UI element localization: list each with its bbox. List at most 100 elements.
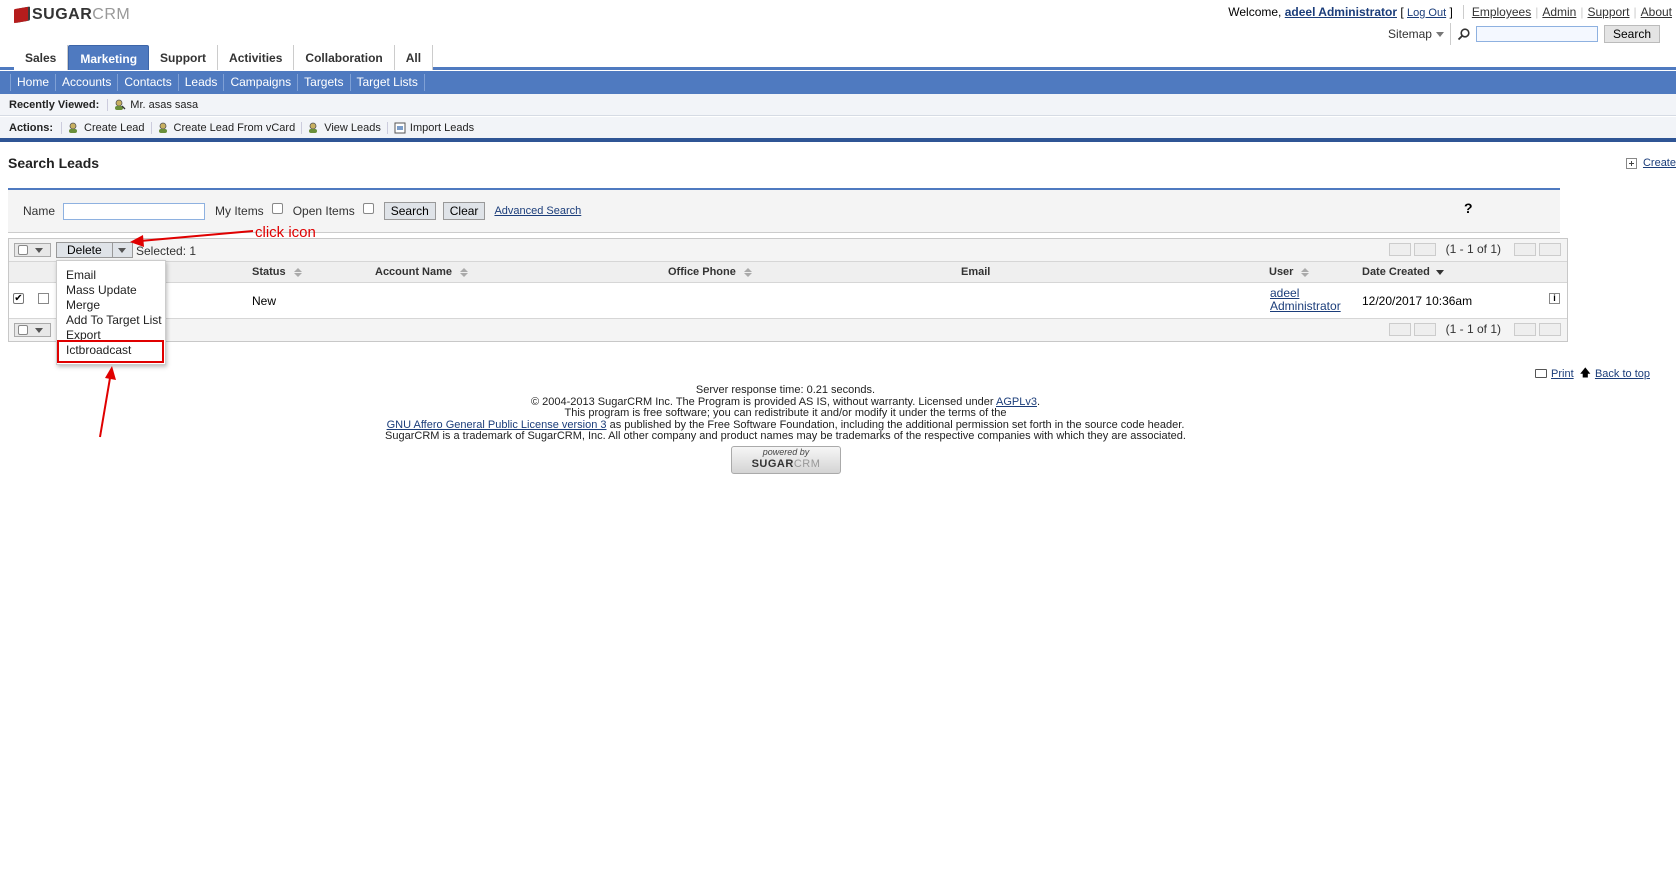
my-items-checkbox[interactable] [271, 202, 283, 214]
advanced-search-link[interactable]: Advanced Search [494, 205, 581, 217]
col-user[interactable]: User [1269, 266, 1310, 278]
table-row: ✔ New adeel Administrator 12/20/2017 10:… [9, 283, 1567, 318]
user-link[interactable]: adeel [1270, 286, 1299, 300]
prev-page-icon[interactable] [1413, 242, 1436, 256]
sitemap-search-row: Sitemap Search [1388, 23, 1660, 45]
tab-marketing[interactable]: Marketing [68, 45, 150, 70]
view-leads-action[interactable]: View Leads [301, 121, 387, 134]
pagination: (1 - 1 of 1) [1386, 242, 1561, 256]
next-page-icon[interactable] [1514, 242, 1536, 256]
sugarcrm-cube-icon [14, 6, 28, 24]
col-account-name[interactable]: Account Name [375, 266, 469, 278]
tab-activities[interactable]: Activities [218, 45, 295, 70]
sort-desc-icon [1435, 269, 1444, 275]
col-office-phone[interactable]: Office Phone [668, 266, 752, 278]
tab-support[interactable]: Support [149, 45, 219, 70]
checkbox-icon [18, 325, 28, 335]
view-leads-icon [309, 122, 318, 133]
select-all-dropdown[interactable] [14, 243, 51, 257]
delete-split-button[interactable]: Delete [56, 242, 133, 258]
help-icon[interactable]: ? [1464, 200, 1473, 216]
chevron-down-icon [1435, 31, 1444, 37]
chevron-down-icon [35, 327, 43, 333]
name-search-input[interactable] [63, 202, 206, 220]
create-link-text[interactable]: Create [1643, 157, 1676, 169]
bulk-actions-dropdown-icon[interactable] [113, 243, 132, 257]
logo-text: SUGARCRM [32, 6, 131, 23]
logout-link[interactable]: Log Out [1407, 7, 1446, 19]
actions-bar: Actions: Create Lead Create Lead From vC… [0, 117, 1676, 142]
search-form: Name My Items Open Items Search Clear Ad… [8, 188, 1560, 233]
delete-button[interactable]: Delete [57, 243, 113, 257]
search-icon[interactable] [1449, 23, 1470, 45]
col-date-created[interactable]: Date Created [1362, 266, 1444, 278]
first-page-icon[interactable] [1388, 242, 1411, 256]
sugarcrm-logo[interactable]: SUGARCRM [14, 6, 130, 24]
subtab-campaigns[interactable]: Campaigns [224, 74, 299, 91]
prev-page-icon[interactable] [1413, 322, 1436, 336]
select-all-dropdown-bottom[interactable] [14, 323, 51, 337]
powered-by-badge[interactable]: powered by SUGARCRM [731, 446, 841, 474]
agpl-link[interactable]: AGPLv3 [996, 396, 1037, 408]
page-title: Search Leads [8, 155, 100, 171]
pager-text: (1 - 1 of 1) [1445, 242, 1501, 256]
table-header: Status Account Name Office Phone Email U… [9, 262, 1567, 283]
about-link[interactable]: About [1641, 5, 1672, 19]
subtab-target-lists[interactable]: Target Lists [351, 74, 425, 91]
col-status[interactable]: Status [252, 266, 302, 278]
recent-item[interactable]: Mr. asas sasa [107, 98, 204, 111]
tab-sales[interactable]: Sales [14, 45, 69, 70]
tab-collaboration[interactable]: Collaboration [294, 45, 395, 70]
subtab-contacts[interactable]: Contacts [118, 74, 179, 91]
first-page-icon[interactable] [1388, 322, 1411, 336]
gnu-license-link[interactable]: GNU Affero General Public License versio… [387, 419, 607, 431]
search-button[interactable]: Search [383, 202, 436, 220]
admin-link[interactable]: Admin [1542, 5, 1576, 19]
clear-button[interactable]: Clear [442, 202, 486, 220]
open-items-label: Open Items [292, 204, 355, 218]
create-lead-action[interactable]: Create Lead [61, 121, 151, 134]
import-icon [394, 122, 406, 133]
welcome-message: Welcome, adeel Administrator [ Log Out ] [1228, 5, 1453, 19]
annotation-highlight-box [57, 340, 164, 363]
print-link[interactable]: Print [1551, 368, 1574, 380]
import-leads-action[interactable]: Import Leads [386, 121, 480, 134]
last-page-icon[interactable] [1539, 322, 1561, 336]
subtab-targets[interactable]: Targets [298, 74, 351, 91]
module-tabs: Sales Marketing Support Activities Colla… [0, 45, 1676, 70]
footer: Server response time: 0.21 seconds. © 20… [0, 384, 1571, 443]
pager-row-bottom: (1 - 1 of 1) [9, 318, 1567, 341]
menu-item-merge[interactable]: Merge [57, 298, 165, 313]
menu-item-add-to-target-list[interactable]: Add To Target List [57, 313, 165, 328]
edit-icon[interactable] [38, 293, 49, 304]
subtab-home[interactable]: Home [10, 74, 57, 91]
employees-link[interactable]: Employees [1472, 5, 1531, 19]
plus-icon [1625, 157, 1637, 169]
tab-all[interactable]: All [394, 45, 434, 70]
my-items-label: My Items [215, 204, 264, 218]
checkbox-icon [18, 245, 28, 255]
user-name-link[interactable]: adeel Administrator [1285, 5, 1397, 19]
subtab-leads[interactable]: Leads [179, 74, 225, 91]
info-icon[interactable]: i [1549, 293, 1560, 304]
user-link-line2[interactable]: Administrator [1270, 299, 1341, 313]
list-view: Delete Selected: 1 (1 - 1 of 1) Status A… [8, 238, 1568, 342]
recently-viewed-label: Recently Viewed: [9, 98, 100, 111]
back-to-top-link[interactable]: Back to top [1595, 368, 1650, 380]
menu-item-email[interactable]: Email [57, 268, 165, 283]
row-checkbox[interactable]: ✔ [13, 293, 24, 304]
global-search-button[interactable]: Search [1603, 25, 1660, 43]
subtab-accounts[interactable]: Accounts [56, 74, 119, 91]
last-page-icon[interactable] [1539, 242, 1561, 256]
support-link[interactable]: Support [1587, 5, 1629, 19]
global-search-input[interactable] [1475, 26, 1598, 42]
create-link[interactable]: Create [1625, 157, 1676, 169]
top-right-header: Welcome, adeel Administrator [ Log Out ]… [1228, 5, 1676, 19]
next-page-icon[interactable] [1514, 322, 1536, 336]
create-lead-vcard-action[interactable]: Create Lead From vCard [150, 121, 302, 134]
menu-item-mass-update[interactable]: Mass Update [57, 283, 165, 298]
cell-user[interactable]: adeel Administrator [1270, 287, 1341, 313]
open-items-checkbox[interactable] [362, 202, 374, 214]
sort-icon [743, 267, 752, 277]
sitemap-menu[interactable]: Sitemap [1388, 27, 1444, 41]
